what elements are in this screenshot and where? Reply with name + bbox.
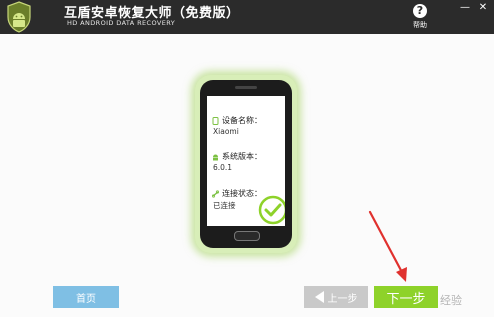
android-icon: [213, 154, 218, 160]
close-button[interactable]: ✕: [476, 3, 490, 13]
phone-screen: 设备名称： Xiaomi 系统版本： 6.0.1 连接状态： 已连接: [207, 96, 285, 226]
left-arrow-icon: [314, 291, 324, 303]
previous-step-label: 上一步: [327, 293, 358, 305]
annotation-arrow: [368, 210, 407, 282]
system-version-label-row: 系统版本：: [212, 151, 262, 162]
app-subtitle: HD ANDROID DATA RECOVERY: [67, 19, 176, 27]
connection-status-label-row: 连接状态：: [212, 188, 262, 199]
phone-earpiece: [235, 86, 257, 89]
system-version-label: 系统版本：: [222, 152, 262, 161]
check-icon: [258, 195, 285, 225]
phone-icon: [212, 116, 219, 125]
device-name-label: 设备名称：: [222, 116, 262, 125]
connection-status-label: 连接状态：: [222, 189, 262, 198]
help-button[interactable]: ? 帮助: [409, 4, 431, 32]
shield-android-logo-icon: [7, 1, 31, 33]
previous-step-button[interactable]: 上一步: [304, 286, 368, 308]
help-label: 帮助: [413, 21, 427, 29]
phone-illustration: 设备名称： Xiaomi 系统版本： 6.0.1 连接状态： 已连接: [200, 80, 292, 248]
system-version-value: 6.0.1: [213, 163, 233, 172]
next-step-label: 下一步: [386, 291, 426, 307]
next-step-button[interactable]: 下一步: [374, 286, 438, 308]
title-bar: 互盾安卓恢复大师（免费版） HD ANDROID DATA RECOVERY ?…: [0, 0, 494, 34]
phone-home-button: [234, 231, 260, 241]
home-button[interactable]: 首页: [53, 286, 119, 308]
help-icon: ?: [413, 4, 427, 18]
connection-status-value: 已连接: [213, 201, 236, 210]
device-name-value: Xiaomi: [213, 127, 239, 136]
home-button-label: 首页: [76, 293, 96, 305]
device-name-label-row: 设备名称：: [212, 115, 262, 126]
link-icon: [212, 189, 219, 198]
watermark: 经验: [440, 294, 462, 307]
minimize-button[interactable]: —: [458, 3, 472, 13]
